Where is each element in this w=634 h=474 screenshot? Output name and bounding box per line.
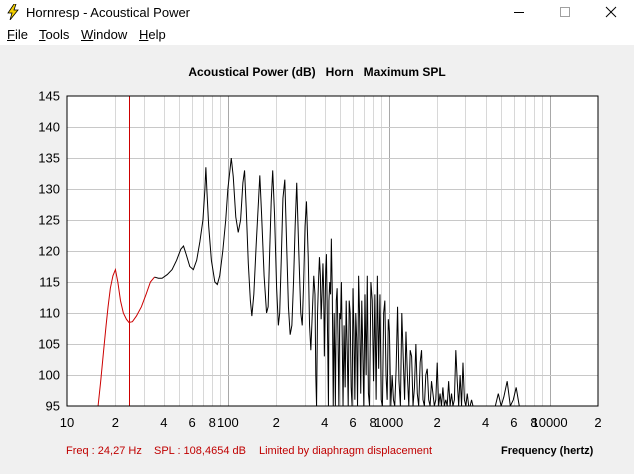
chart-title: Acoustical Power (dB) Horn Maximum SPL — [188, 65, 446, 79]
y-tick-label: 135 — [38, 151, 60, 166]
x-tick-label: 1000 — [374, 415, 403, 430]
x-tick-label: 100 — [217, 415, 239, 430]
x-tick-label: 2 — [594, 415, 601, 430]
x-tick-label: 2 — [273, 415, 280, 430]
menu-file[interactable]: File — [7, 27, 28, 42]
y-tick-label: 95 — [46, 399, 60, 414]
y-tick-label: 140 — [38, 120, 60, 135]
x-tick-label: 8 — [370, 415, 377, 430]
window-title: Hornresp - Acoustical Power — [26, 5, 191, 20]
y-axis-tick-labels: 95 100 105 110 115 120 125 130 135 140 145 — [38, 89, 60, 414]
x-tick-label: 10000 — [531, 415, 567, 430]
x-tick-label: 2 — [434, 415, 441, 430]
menu-bar: File Tools Window Help — [0, 25, 634, 45]
y-tick-label: 100 — [38, 368, 60, 383]
y-tick-label: 115 — [39, 275, 60, 290]
status-freq: Freq : 24,27 Hz — [66, 445, 142, 457]
y-tick-label: 110 — [39, 306, 60, 321]
x-tick-label: 4 — [321, 415, 328, 430]
x-tick-label: 2 — [112, 415, 119, 430]
status-note: Limited by diaphragm displacement — [259, 445, 433, 457]
y-tick-label: 145 — [38, 89, 60, 104]
x-axis-label: Frequency (hertz) — [501, 445, 594, 457]
status-spl: SPL : 108,4654 dB — [154, 445, 246, 457]
minimize-button[interactable] — [496, 0, 542, 25]
spl-curves — [97, 157, 520, 406]
x-axis-tick-labels: 10 2 4 6 8 100 2 4 6 81000 2 4 6 810000 2 — [60, 415, 602, 430]
menu-window[interactable]: Window — [81, 27, 127, 42]
plot-border — [66, 95, 599, 407]
y-tick-label: 130 — [38, 182, 60, 197]
maximize-icon — [560, 7, 570, 17]
y-tick-label: 125 — [38, 213, 60, 228]
spl-curve-1 — [97, 267, 155, 406]
lightning-icon — [7, 4, 19, 20]
y-tick-label: 105 — [38, 337, 60, 352]
x-tick-label: 6 — [349, 415, 356, 430]
close-button[interactable] — [588, 0, 634, 25]
x-tick-label: 4 — [160, 415, 167, 430]
y-tick-label: 120 — [38, 244, 60, 259]
minimize-icon — [514, 12, 524, 13]
spl-curve-4 — [494, 381, 520, 406]
plot-area — [67, 96, 598, 406]
title-bar: Hornresp - Acoustical Power — [0, 0, 634, 25]
spl-curve-2 — [154, 157, 318, 406]
x-tick-label: 8 — [209, 415, 216, 430]
maximize-button[interactable] — [542, 0, 588, 25]
close-icon — [605, 6, 617, 18]
x-tick-label: 8 — [530, 415, 537, 430]
menu-help[interactable]: Help — [139, 27, 166, 42]
x-tick-label: 4 — [482, 415, 489, 430]
menu-tools[interactable]: Tools — [39, 27, 69, 42]
spl-curve-3 — [316, 238, 475, 406]
grid-lines — [67, 96, 598, 406]
x-tick-label: 10 — [60, 415, 74, 430]
x-tick-label: 6 — [189, 415, 196, 430]
x-tick-label: 6 — [510, 415, 517, 430]
